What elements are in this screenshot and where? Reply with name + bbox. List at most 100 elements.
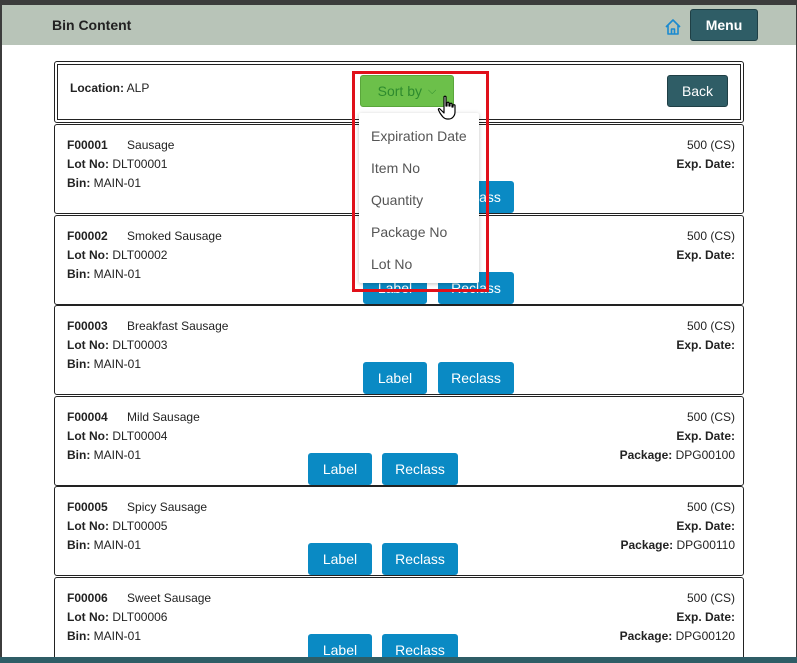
bin-line: Bin: MAIN-01	[67, 448, 141, 462]
package-label: Package:	[619, 629, 673, 643]
reclass-button[interactable]: Reclass	[382, 634, 458, 657]
bin-label: Bin:	[67, 538, 91, 553]
lot-value: DLT00005	[112, 519, 168, 534]
label-button[interactable]: Label	[308, 634, 372, 657]
package-line: Package: DPG00120	[620, 629, 735, 643]
bin-line: Bin: MAIN-01	[67, 357, 141, 371]
item-header: F00004 Mild Sausage	[67, 410, 200, 424]
bin-value: MAIN-01	[93, 447, 142, 462]
header-bar: Bin Content Menu	[2, 5, 796, 45]
reclass-button[interactable]: Reclass	[438, 362, 514, 395]
item-header: F00002 Smoked Sausage	[67, 229, 222, 243]
exp-date-line: Exp. Date:	[676, 338, 735, 352]
exp-date-line: Exp. Date:	[676, 610, 735, 624]
quantity-value: 500 (CS)	[686, 409, 735, 424]
package-value: DPG00110	[676, 538, 735, 553]
bottom-bar	[0, 657, 797, 663]
bin-value: MAIN-01	[93, 176, 142, 190]
location-value: ALP	[126, 81, 150, 95]
package-line: Package: DPG00100	[620, 448, 735, 462]
menu-button[interactable]: Menu	[690, 9, 758, 41]
exp-date-line: Exp. Date:	[676, 519, 735, 533]
lot-value: DLT00002	[112, 247, 168, 262]
exp-date-line: Exp. Date:	[676, 157, 735, 171]
lot-label: Lot No:	[67, 157, 109, 171]
item-card: F00006 Sweet Sausage Lot No: DLT00006 Bi…	[54, 577, 744, 657]
lot-line: Lot No: DLT00001	[67, 157, 167, 171]
item-name: Spicy Sausage	[127, 500, 208, 515]
bin-line: Bin: MAIN-01	[67, 176, 141, 190]
item-header: F00001 Sausage	[67, 138, 174, 152]
location-label: Location:	[70, 81, 124, 95]
item-card: F00005 Spicy Sausage Lot No: DLT00005 Bi…	[54, 486, 744, 577]
item-name: Smoked Sausage	[127, 228, 222, 243]
item-number: F00002	[67, 228, 108, 243]
bin-value: MAIN-01	[93, 357, 142, 372]
item-name: Breakfast Sausage	[127, 319, 229, 334]
bin-label: Bin:	[67, 266, 91, 281]
item-number: F00006	[67, 591, 108, 605]
quantity-value: 500 (CS)	[686, 591, 735, 605]
quantity-value: 500 (CS)	[686, 319, 735, 334]
highlight-box	[352, 71, 489, 292]
item-name: Sausage	[127, 138, 175, 152]
lot-value: DLT00003	[112, 338, 168, 353]
page-title: Bin Content	[52, 17, 132, 33]
quantity-value: 500 (CS)	[686, 138, 735, 152]
lot-line: Lot No: DLT00005	[67, 519, 167, 533]
bin-value: MAIN-01	[93, 266, 142, 281]
lot-line: Lot No: DLT00006	[67, 610, 167, 624]
lot-label: Lot No:	[67, 428, 109, 443]
exp-date-label: Exp. Date:	[676, 610, 735, 624]
quantity-value: 500 (CS)	[686, 228, 735, 243]
item-number: F00004	[67, 409, 108, 424]
location-info: Location: ALP	[70, 81, 149, 95]
item-header: F00003 Breakfast Sausage	[67, 319, 228, 333]
item-name: Mild Sausage	[127, 409, 200, 424]
lot-value: DLT00001	[112, 157, 168, 171]
hand-cursor-icon	[437, 95, 456, 120]
lot-label: Lot No:	[67, 610, 109, 624]
reclass-button[interactable]: Reclass	[382, 543, 458, 576]
bin-label: Bin:	[67, 357, 91, 372]
item-number: F00005	[67, 500, 108, 515]
exp-date-line: Exp. Date:	[676, 429, 735, 443]
item-name: Sweet Sausage	[127, 591, 212, 605]
item-header: F00005 Spicy Sausage	[67, 500, 207, 514]
lot-value: DLT00004	[112, 428, 168, 443]
reclass-button[interactable]: Reclass	[382, 452, 458, 485]
bin-label: Bin:	[67, 176, 91, 190]
package-line: Package: DPG00110	[620, 538, 735, 552]
quantity-value: 500 (CS)	[686, 500, 735, 515]
bin-line: Bin: MAIN-01	[67, 267, 141, 281]
exp-date-label: Exp. Date:	[676, 338, 735, 353]
package-value: DPG00120	[675, 629, 735, 643]
item-number: F00003	[67, 319, 108, 334]
back-button[interactable]: Back	[667, 75, 728, 107]
lot-line: Lot No: DLT00004	[67, 429, 167, 443]
bin-line: Bin: MAIN-01	[67, 629, 141, 643]
label-button[interactable]: Label	[363, 362, 427, 395]
item-card: F00003 Breakfast Sausage Lot No: DLT0000…	[54, 305, 744, 396]
exp-date-label: Exp. Date:	[676, 157, 735, 171]
exp-date-label: Exp. Date:	[676, 428, 735, 443]
item-number: F00001	[67, 138, 108, 152]
item-header: F00006 Sweet Sausage	[67, 591, 211, 605]
label-button[interactable]: Label	[308, 543, 372, 576]
lot-label: Lot No:	[67, 519, 109, 534]
package-label: Package:	[620, 538, 674, 553]
package-label: Package:	[619, 447, 673, 462]
exp-date-line: Exp. Date:	[676, 248, 735, 262]
item-card: F00004 Mild Sausage Lot No: DLT00004 Bin…	[54, 395, 744, 486]
lot-label: Lot No:	[67, 247, 109, 262]
lot-value: DLT00006	[112, 610, 168, 624]
bin-value: MAIN-01	[93, 629, 142, 643]
exp-date-label: Exp. Date:	[676, 247, 735, 262]
exp-date-label: Exp. Date:	[676, 519, 735, 534]
bin-line: Bin: MAIN-01	[67, 538, 141, 552]
app-window: Bin Content Menu Location: ALP Sort by ⌵…	[2, 5, 796, 657]
home-icon[interactable]	[664, 18, 682, 36]
label-button[interactable]: Label	[308, 452, 372, 485]
lot-line: Lot No: DLT00002	[67, 248, 167, 262]
bin-label: Bin:	[67, 629, 91, 643]
